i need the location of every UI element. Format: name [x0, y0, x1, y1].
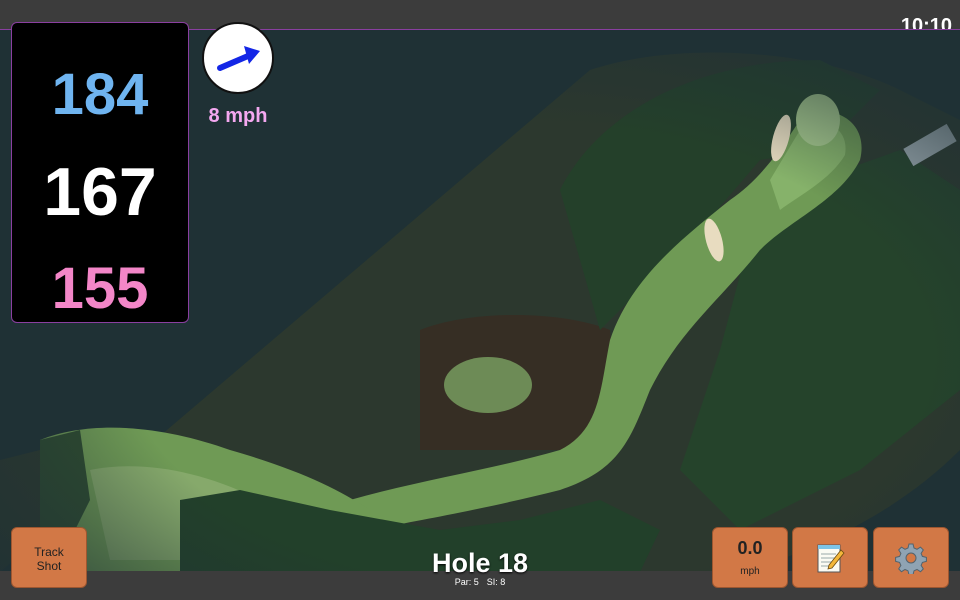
back-distance: 184	[51, 62, 149, 127]
hole-info: Par: 5 SI: 8	[380, 577, 580, 587]
track-shot-button[interactable]: Track Shot	[11, 527, 87, 588]
par-label: Par: 5	[454, 577, 479, 587]
hole-title: Hole 18	[431, 548, 529, 578]
front-distance: 155	[51, 256, 149, 321]
track-shot-label-line2: Shot	[36, 559, 62, 573]
settings-button[interactable]	[873, 527, 949, 588]
speed-value: 0.0	[737, 538, 763, 558]
wind-direction-dial	[202, 22, 274, 94]
middle-distance: 167	[43, 154, 157, 230]
track-shot-label-line1: Track	[34, 545, 64, 559]
notes-button[interactable]	[792, 527, 868, 588]
gear-icon	[895, 543, 927, 574]
golf-gps-screen: 10:10 184 167 155 8 mph Track Shot Hole …	[0, 0, 960, 600]
wind-speed-label: 8 mph	[208, 105, 268, 127]
stroke-index-label: SI: 8	[486, 577, 506, 587]
speed-button[interactable]: 0.0 mph	[712, 527, 788, 588]
distance-panel: 184 167 155	[11, 22, 189, 323]
wind-arrow-icon	[217, 46, 260, 71]
speed-unit: mph	[740, 566, 760, 577]
notepad-icon	[817, 544, 845, 572]
